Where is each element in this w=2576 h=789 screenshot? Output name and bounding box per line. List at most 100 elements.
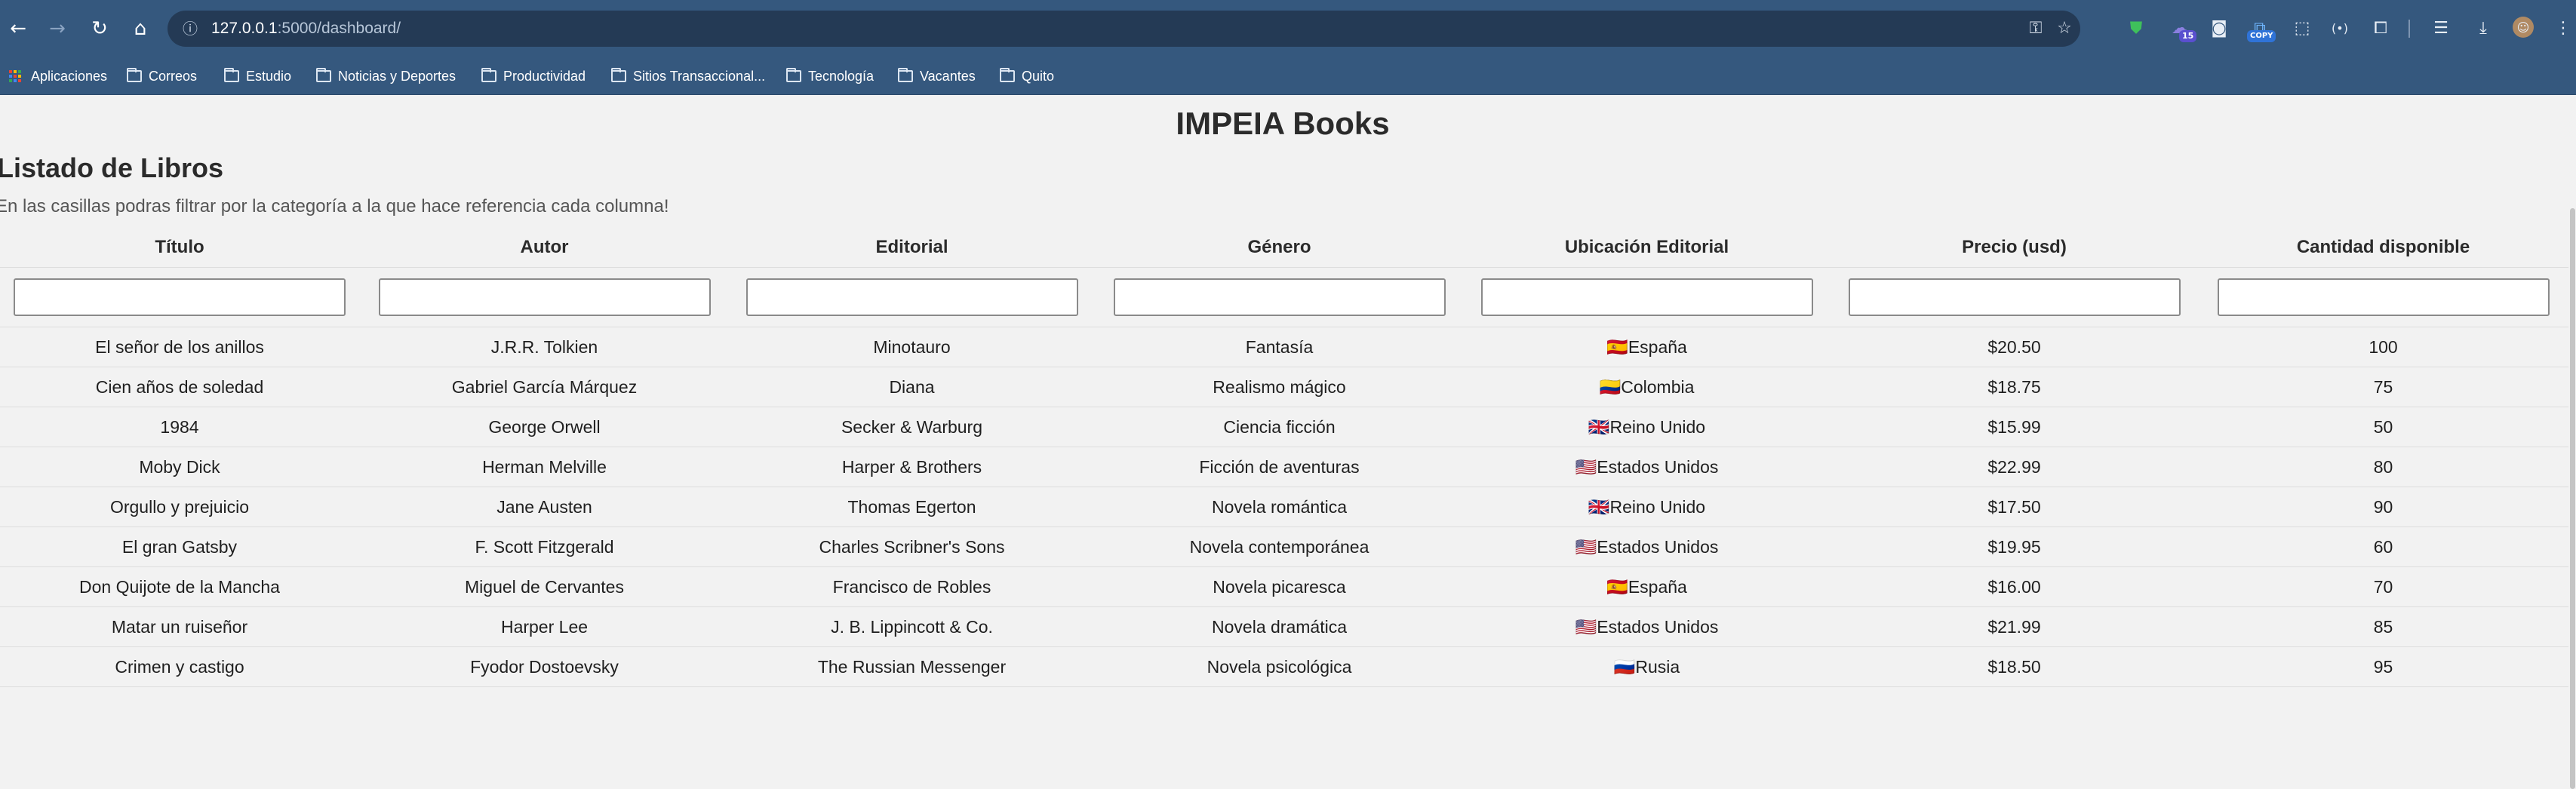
extension-badge: 15 (2179, 30, 2197, 42)
bookmark-label: Productividad (503, 68, 586, 84)
forward-arrow-icon[interactable]: → (44, 15, 71, 42)
site-info-icon[interactable]: ⓘ (181, 20, 199, 38)
url-host: 127.0.0.1 (211, 20, 278, 37)
copy-badge: COPY (2247, 30, 2276, 42)
country-flag-icon: 🇬🇧 (1588, 497, 1610, 517)
table-row: El señor de los anillos J.R.R. Tolkien Min… (0, 327, 2568, 367)
cell-precio: $17.50 (1831, 487, 2198, 527)
filter-cell (1831, 267, 2198, 327)
bookmark-quito[interactable]: Quito (1000, 58, 1054, 94)
page-scrollbar-thumb[interactable] (2570, 208, 2575, 789)
cell-cantidad: 70 (2198, 566, 2568, 607)
filter-titulo-input[interactable] (14, 278, 346, 316)
browser-toolbar: ← → ↻ ⌂ ⓘ 127.0.0.1:5000/dashboard/ ⚿ ☆ … (0, 0, 2576, 58)
reading-list-icon[interactable]: ☰ (2430, 17, 2452, 39)
extensions-puzzle-icon[interactable]: ⧠ (2369, 17, 2392, 39)
bookmark-label: Estudio (246, 68, 292, 84)
cell-genero: Realismo mágico (1096, 367, 1463, 407)
filter-editorial-input[interactable] (745, 278, 1078, 316)
cell-titulo: Moby Dick (0, 447, 361, 487)
cell-autor: J.R.R. Tolkien (361, 327, 728, 367)
filter-precio-input[interactable] (1848, 278, 2181, 316)
filter-cell (0, 267, 361, 327)
cell-genero: Novela contemporánea (1096, 527, 1463, 567)
header-cantidad[interactable]: Cantidad disponible (2198, 228, 2568, 268)
cell-autor: F. Scott Fitzgerald (361, 527, 728, 567)
bookmark-estudio[interactable]: Estudio (224, 58, 291, 94)
folder-icon (481, 68, 496, 82)
bookmarks-bar: Aplicaciones Correos Estudio Noticias y … (0, 58, 2576, 95)
cell-autor: Herman Melville (361, 447, 728, 487)
cell-genero: Novela picaresca (1096, 566, 1463, 607)
back-arrow-icon[interactable]: ← (5, 15, 32, 42)
cell-ubicacion: 🇷🇺Rusia (1463, 646, 1831, 687)
apps-grid-icon (9, 70, 24, 82)
filter-autor-input[interactable] (378, 278, 711, 316)
cell-editorial: Thomas Egerton (728, 487, 1096, 527)
header-genero[interactable]: Género (1096, 228, 1463, 268)
shield-extension-icon[interactable]: ⛊ (2125, 17, 2147, 39)
cell-precio: $20.50 (1831, 327, 2198, 367)
cell-titulo: Matar un ruiseñor (0, 606, 361, 647)
camera-extension-icon[interactable]: ◙ (2208, 17, 2230, 39)
toolbar-divider (2408, 20, 2410, 38)
cell-editorial: J. B. Lippincott & Co. (728, 606, 1096, 647)
page-title: IMPEIA Books (1176, 106, 1390, 141)
bookmark-star-icon[interactable]: ☆ (2054, 18, 2075, 39)
bookmark-vacantes[interactable]: Vacantes (898, 58, 976, 94)
folder-icon (611, 68, 626, 82)
home-icon[interactable]: ⌂ (127, 15, 154, 42)
country-name: España (1628, 576, 1687, 597)
cell-titulo: El gran Gatsby (0, 527, 361, 567)
cell-cantidad: 100 (2198, 327, 2568, 367)
filter-ubicacion-input[interactable] (1480, 278, 1813, 316)
header-editorial[interactable]: Editorial (728, 228, 1096, 268)
table-row: Crimen y castigo Fyodor Dostoevsky The Rus… (0, 646, 2568, 687)
folder-icon (224, 68, 239, 82)
url-text[interactable]: 127.0.0.1:5000/dashboard/ (211, 20, 401, 38)
cell-autor: Fyodor Dostoevsky (361, 646, 728, 687)
cell-precio: $19.95 (1831, 527, 2198, 567)
menu-kebab-icon[interactable]: ⋮ (2552, 17, 2574, 39)
bookmark-tecnologia[interactable]: Tecnología (786, 58, 874, 94)
password-key-icon[interactable]: ⚿ (2025, 18, 2046, 39)
header-autor[interactable]: Autor (361, 228, 728, 268)
country-flag-icon: 🇬🇧 (1588, 417, 1610, 437)
header-ubicacion[interactable]: Ubicación Editorial (1463, 228, 1831, 268)
filter-row (0, 267, 2568, 327)
cell-autor: Gabriel García Márquez (361, 367, 728, 407)
cell-cantidad: 60 (2198, 527, 2568, 567)
reload-icon[interactable]: ↻ (86, 15, 113, 42)
screenshot-extension-icon[interactable]: ⬚ (2291, 17, 2313, 39)
cell-titulo: Orgullo y prejuicio (0, 487, 361, 527)
cell-ubicacion: 🇺🇸Estados Unidos (1463, 606, 1831, 647)
filter-genero-input[interactable] (1113, 278, 1446, 316)
cloud-extension-icon[interactable]: ☁ 15 (2169, 17, 2197, 42)
address-bar[interactable]: ⓘ 127.0.0.1:5000/dashboard/ ⚿ ☆ (168, 11, 2080, 47)
bookmark-correos[interactable]: Correos (127, 58, 197, 94)
copy-extension-icon[interactable]: ⧉ COPY (2247, 17, 2276, 42)
country-flag-icon: 🇺🇸 (1575, 537, 1597, 557)
bookmark-label: Vacantes (920, 68, 976, 84)
bookmark-sitios[interactable]: Sitios Transaccional... (611, 58, 765, 94)
download-icon[interactable]: ⤓ (2472, 17, 2495, 39)
cell-autor: Harper Lee (361, 606, 728, 647)
cell-ubicacion: 🇪🇸España (1463, 566, 1831, 607)
bookmark-aplicaciones[interactable]: Aplicaciones (9, 58, 107, 94)
cell-titulo: Don Quijote de la Mancha (0, 566, 361, 607)
folder-icon (316, 68, 331, 82)
table-row: Cien años de soledad Gabriel García Márqu… (0, 367, 2568, 407)
filter-cantidad-input[interactable] (2217, 278, 2550, 316)
filter-cell (361, 267, 728, 327)
bookmark-noticias[interactable]: Noticias y Deportes (316, 58, 456, 94)
cell-titulo: Crimen y castigo (0, 646, 361, 687)
header-precio[interactable]: Precio (usd) (1831, 228, 2198, 268)
table-row: Moby Dick Herman Melville Harper & Brother… (0, 447, 2568, 487)
header-titulo[interactable]: Título (0, 228, 361, 268)
code-extension-icon[interactable]: (•) (2329, 17, 2351, 39)
bookmark-productividad[interactable]: Productividad (481, 58, 586, 94)
section-title: Listado de Libros (0, 152, 224, 183)
cell-precio: $18.75 (1831, 367, 2198, 407)
profile-avatar-icon[interactable]: ☺ (2513, 17, 2534, 38)
cell-editorial: Harper & Brothers (728, 447, 1096, 487)
